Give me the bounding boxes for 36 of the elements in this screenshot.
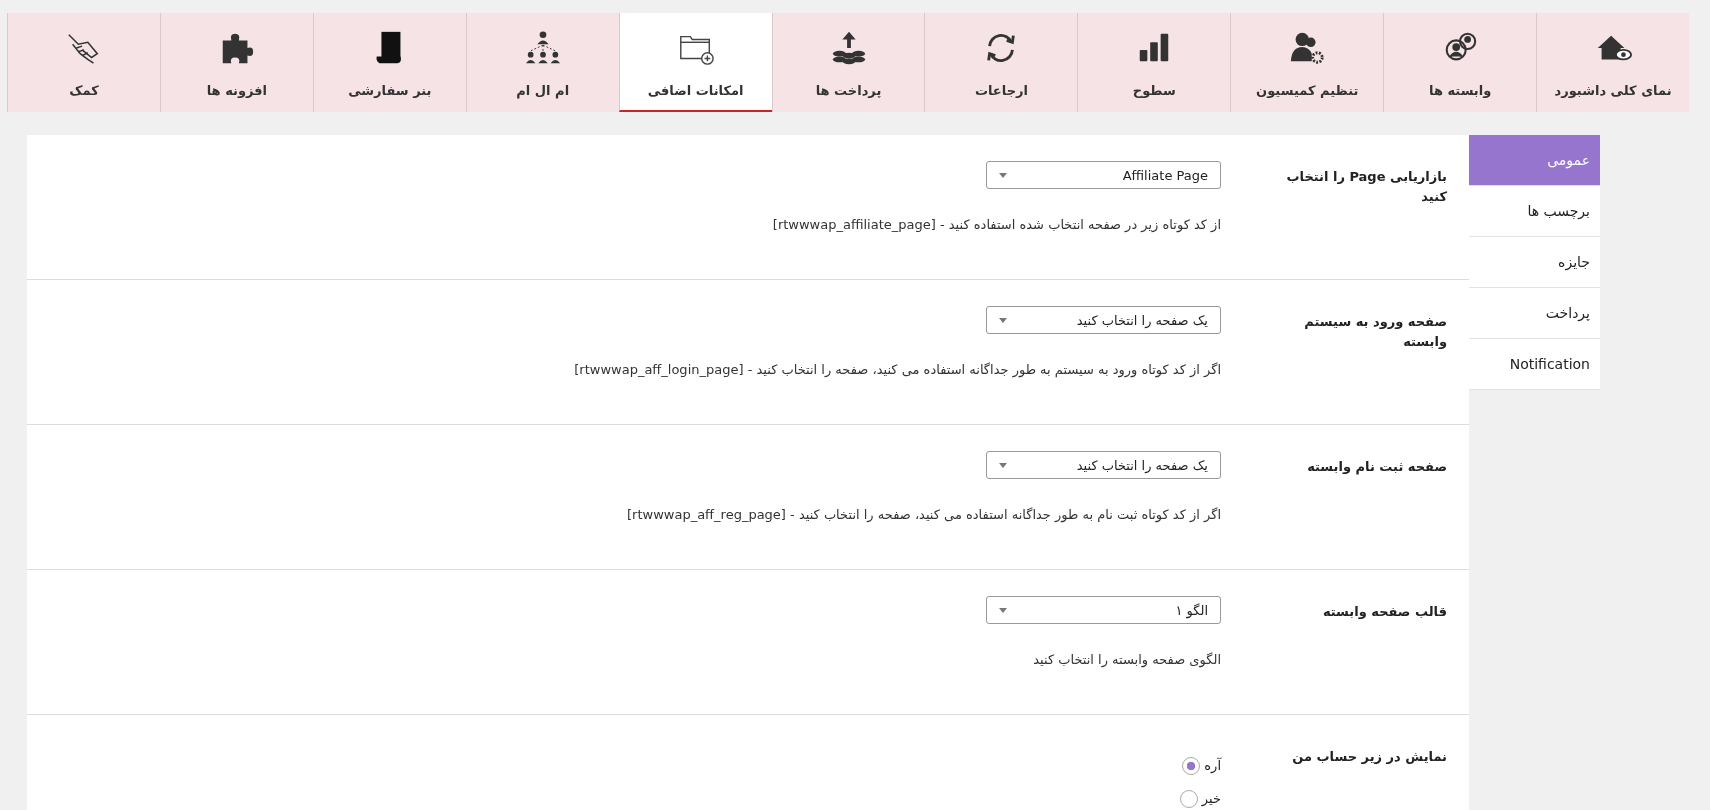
setting-label: نمایش در زیر حساب من (1291, 748, 1447, 766)
nav-tab[interactable]: سطوح (1077, 13, 1231, 112)
radio-button[interactable] (1182, 756, 1201, 775)
nav-tab[interactable]: ارجاعات (924, 13, 1078, 112)
radio-label: آره (1204, 758, 1221, 773)
setting-description: اگر از کد کوتاه ثبت نام به طور جداگانه استفاده می کنید، صفحه را انتخاب کنید - [rtwwwap_aff_reg_page] (626, 507, 1221, 522)
nav-tab[interactable]: تنظیم کمیسیون (1230, 13, 1384, 112)
setting-description: از کد کوتاه زیر در صفحه انتخاب شده استفاده کنید - [rtwwwap_affiliate_page] (771, 217, 1221, 232)
caret-icon (999, 462, 1007, 468)
page-select[interactable]: یک صفحه را انتخاب کنید (986, 306, 1221, 334)
nav-tab[interactable]: نمای کلی داشبورد (1536, 13, 1689, 112)
setting-label: قالب صفحه وابسته (1321, 603, 1447, 621)
nav-tab[interactable]: کمک (7, 13, 160, 112)
setting-label: بازاریابی Page را انتخاب کنید (1285, 168, 1447, 206)
nav-tab[interactable]: امکانات اضافی (618, 13, 772, 112)
caret-icon (999, 317, 1007, 323)
sidebar-item[interactable]: عمومی (1469, 135, 1600, 186)
sidebar-item[interactable]: پرداخت (1469, 288, 1600, 339)
page-select[interactable]: Affiliate Page (986, 161, 1221, 189)
setting-description: الگوی صفحه وابسته را انتخاب کنید (1032, 652, 1221, 667)
nav-tab[interactable]: وابسته ها (1383, 13, 1537, 112)
caret-icon (999, 607, 1007, 613)
setting-label: صفحه ثبت نام وابسته (1306, 458, 1447, 477)
sidebar-item[interactable]: Notification (1469, 339, 1600, 390)
nav-tab[interactable]: ام ال ام (465, 13, 619, 112)
nav-tab[interactable]: پرداخت ها (771, 13, 925, 112)
caret-icon (999, 172, 1007, 178)
nav-tab[interactable]: بنر سفارشی (312, 13, 466, 112)
page-select[interactable]: الگو ۱ (986, 596, 1221, 624)
page-select[interactable]: یک صفحه را انتخاب کنید (986, 451, 1221, 479)
setting-description: اگر از کد کوتاه ورود به سیستم به طور جداگانه استفاده می کنید، صفحه را انتخاب کنید - [rtwwwap_aff_login_page] (573, 362, 1221, 377)
setting-label: صفحه ورود به سیستم وابسته (1303, 313, 1447, 351)
radio-label: خیر (1201, 791, 1221, 806)
nav-tab[interactable]: افزونه ها (159, 13, 313, 112)
sidebar-item[interactable]: جایزه (1469, 237, 1600, 288)
sidebar-item[interactable]: برچسب ها (1469, 186, 1600, 237)
